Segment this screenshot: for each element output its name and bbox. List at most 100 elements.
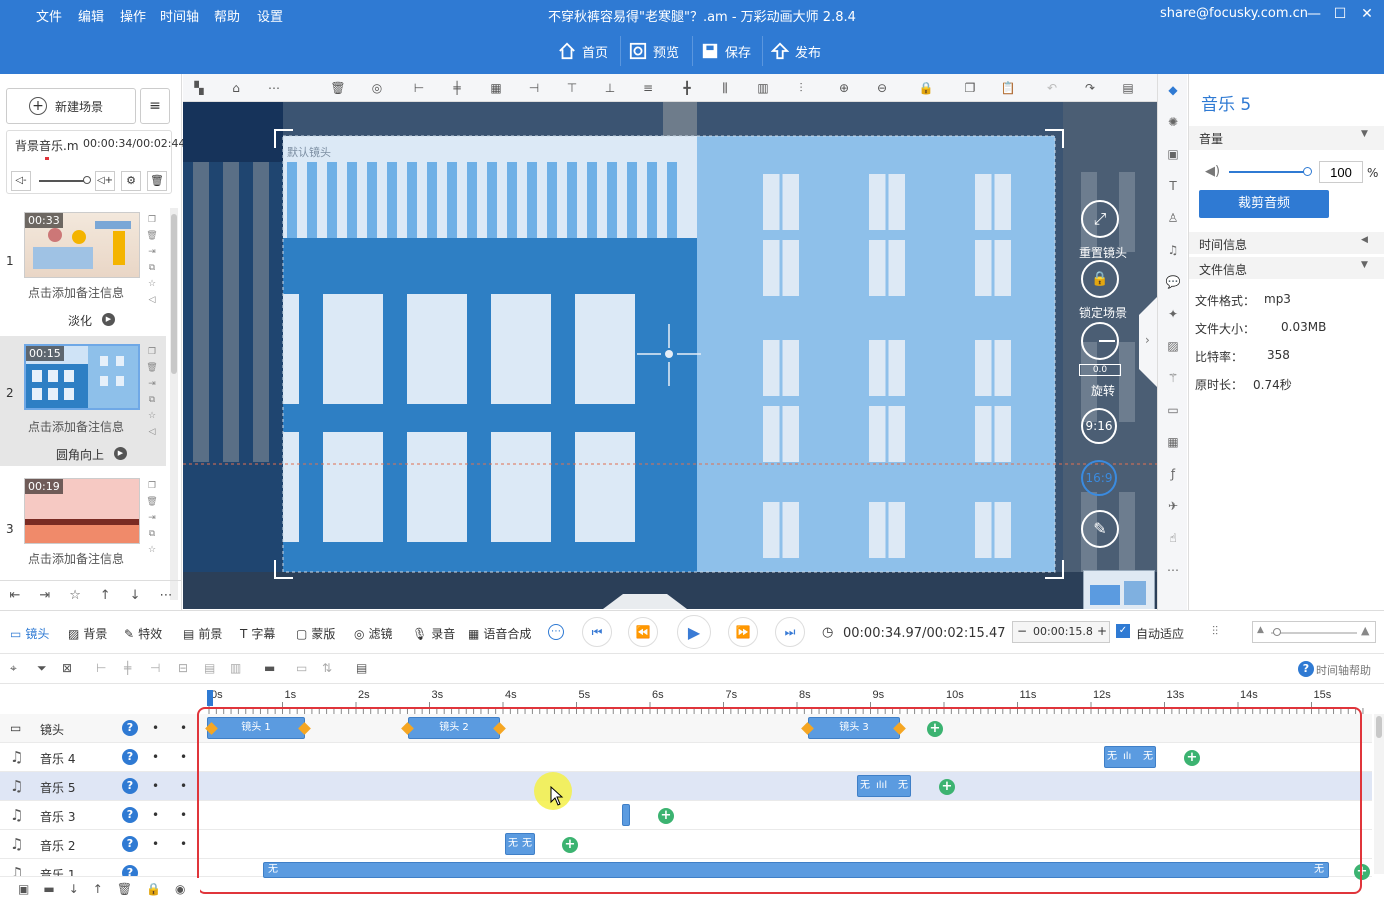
menu-timeline[interactable]: 时间轴 <box>160 6 199 25</box>
align-left-icon[interactable]: ⊢ <box>411 80 427 96</box>
star-icon[interactable]: ☆ <box>146 410 158 422</box>
order-icon[interactable]: ▬ <box>264 661 275 675</box>
tab-camera[interactable]: ▭ 镜头 <box>10 625 49 642</box>
maximize-icon[interactable]: ☐ <box>1330 4 1350 24</box>
text-icon[interactable]: T <box>1165 178 1181 194</box>
ungroup-icon[interactable]: ⇅ <box>322 661 332 675</box>
settings-icon[interactable]: ▤ <box>1120 80 1136 96</box>
help-icon[interactable]: ? <box>122 807 138 823</box>
new-scene-button[interactable]: + 新建场景 <box>6 88 136 124</box>
next-scene-button[interactable]: ⏭ <box>775 617 805 647</box>
dot-icon[interactable]: • <box>180 779 187 793</box>
tab-subtitle[interactable]: T 字幕 <box>240 625 275 642</box>
duplicate-icon[interactable]: ⧉ <box>146 262 158 274</box>
tab-record[interactable]: 🎙 录音 <box>412 625 455 642</box>
minimap[interactable] <box>1083 570 1155 609</box>
zoom-minus-icon[interactable]: − <box>1017 624 1027 638</box>
menu-file[interactable]: 文件 <box>36 6 62 25</box>
zoom-time-box[interactable]: − 00:00:15.8 + <box>1012 621 1110 643</box>
group-icon[interactable]: ▭ <box>296 661 307 675</box>
bars-icon[interactable]: ▥ <box>755 80 771 96</box>
lock-scene-icon[interactable]: 🔒 <box>1081 260 1119 298</box>
pin-icon[interactable]: ▚ <box>191 80 207 96</box>
timeline-scrollbar[interactable] <box>1374 714 1384 874</box>
audio-icon[interactable]: ◁ <box>146 294 158 306</box>
video-icon[interactable]: ▦ <box>1165 434 1181 450</box>
dot-icon[interactable]: • <box>180 808 187 822</box>
prev-scene-button[interactable]: ⏮ <box>582 617 612 647</box>
tab-mask[interactable]: ▢ 蒙版 <box>296 625 335 642</box>
align-left-icon[interactable]: ⊢ <box>96 661 106 675</box>
arrow-down-icon[interactable]: ↓ <box>130 588 141 603</box>
volume-up-icon[interactable]: ◁+ <box>95 171 115 191</box>
zoom-in-icon[interactable]: ⊕ <box>836 80 852 96</box>
folder-icon[interactable]: ▬ <box>43 882 54 896</box>
scene-note[interactable]: 点击添加备注信息 <box>28 284 140 301</box>
stretch-icon[interactable]: ⊟ <box>178 661 188 675</box>
play-icon[interactable]: ▶ <box>114 447 127 460</box>
forward-button[interactable]: ⏩ <box>728 617 758 647</box>
center-v-icon[interactable]: ╋ <box>679 80 695 96</box>
formula-icon[interactable]: ƒ <box>1165 466 1181 482</box>
edit-icon[interactable]: ✎ <box>1081 510 1119 548</box>
zoom-slider-knob[interactable] <box>1273 628 1281 636</box>
save-button[interactable]: 保存 <box>692 36 759 66</box>
trash-icon[interactable]: 🗑 <box>146 496 158 508</box>
paste-icon[interactable]: 📋 <box>1000 80 1016 96</box>
scene-item-2[interactable]: 2 00:15 点击添加备注信息 圆角向上 ▶ ❐ 🗑 ⇥ ⧉ ☆ ◁ <box>0 336 166 466</box>
publish-button[interactable]: 发布 <box>762 36 829 66</box>
bubble-icon[interactable]: 💬 <box>1165 274 1181 290</box>
crop-audio-button[interactable]: 裁剪音频 <box>1199 190 1329 218</box>
align-top-icon[interactable]: ⊤ <box>564 80 580 96</box>
photo-icon[interactable]: ▨ <box>1165 338 1181 354</box>
timeline-help-label[interactable]: 时间轴帮助 <box>1316 662 1371 678</box>
align-middle-icon[interactable]: ≡ <box>640 80 656 96</box>
file-info-section[interactable]: 文件信息 ▼ <box>1189 257 1384 279</box>
zoom-slider-box[interactable]: ▲ ▲ <box>1252 621 1376 643</box>
tab-effects[interactable]: ✎ 特效 <box>124 625 162 642</box>
more-icon[interactable]: ⋯ <box>160 588 173 603</box>
help-icon[interactable]: ? <box>122 836 138 852</box>
tab-background[interactable]: ▨ 背景 <box>68 625 107 642</box>
menu-edit[interactable]: 编辑 <box>78 6 104 25</box>
scrollbar-thumb[interactable] <box>1376 716 1382 738</box>
tab-foreground[interactable]: ▤ 前景 <box>183 625 222 642</box>
scene-note[interactable]: 点击添加备注信息 <box>28 550 140 567</box>
scene-list-icon[interactable]: ≡ <box>140 88 170 124</box>
fill-icon[interactable]: ▤ <box>204 661 215 675</box>
rotate-dial-icon[interactable] <box>1081 322 1119 360</box>
scene-note[interactable]: 点击添加备注信息 <box>28 418 140 435</box>
home-icon[interactable]: ⌂ <box>228 80 244 96</box>
distribute-icon[interactable]: ▦ <box>488 80 504 96</box>
account-email[interactable]: share@focusky.com.cn <box>1160 6 1308 21</box>
scene-canvas[interactable]: 默认镜头 ⤢ 重置镜头 🔒 锁定场景 0.0 旋转 9:16 16:9 ✎ › <box>183 102 1157 609</box>
dot-icon[interactable]: • <box>180 750 187 764</box>
dot-icon[interactable]: • <box>152 837 159 851</box>
filter-icon[interactable]: ⏷ <box>37 661 47 676</box>
zoom-out-icon[interactable]: ⊖ <box>874 80 890 96</box>
zoom-slider-track[interactable] <box>1271 632 1357 634</box>
export-icon[interactable]: ⇥ <box>39 588 50 603</box>
playhead[interactable] <box>207 690 213 706</box>
play-icon[interactable]: ▶ <box>102 313 115 326</box>
copy-icon[interactable]: ❐ <box>146 346 158 358</box>
distribute-v-icon[interactable]: ⫶ <box>793 80 809 96</box>
dot-icon[interactable]: • <box>180 837 187 851</box>
duplicate-icon[interactable]: ⧉ <box>146 394 158 406</box>
audio-icon[interactable]: ◁ <box>146 426 158 438</box>
volume-knob[interactable] <box>1303 167 1312 176</box>
align-center-icon[interactable]: ╪ <box>124 661 131 675</box>
dot-icon[interactable]: • <box>152 779 159 793</box>
preview-button[interactable]: 预览 <box>620 36 687 66</box>
trash-icon[interactable]: 🗑 <box>147 171 167 191</box>
align-right-icon[interactable]: ⊣ <box>526 80 542 96</box>
menu-help[interactable]: 帮助 <box>214 6 240 25</box>
undo-icon[interactable]: ↶ <box>1044 80 1060 96</box>
import-icon[interactable]: ⇤ <box>9 588 20 603</box>
help-icon[interactable]: ? <box>122 749 138 765</box>
copy-icon[interactable]: ❐ <box>962 80 978 96</box>
scene-item-1[interactable]: 1 00:33 点击添加备注信息 淡化 ▶ ❐ 🗑 ⇥ ⧉ ☆ ◁ <box>0 202 166 332</box>
star-icon[interactable]: ☆ <box>69 588 81 603</box>
dot-icon[interactable]: • <box>152 750 159 764</box>
home-button[interactable]: 首页 <box>550 36 616 66</box>
